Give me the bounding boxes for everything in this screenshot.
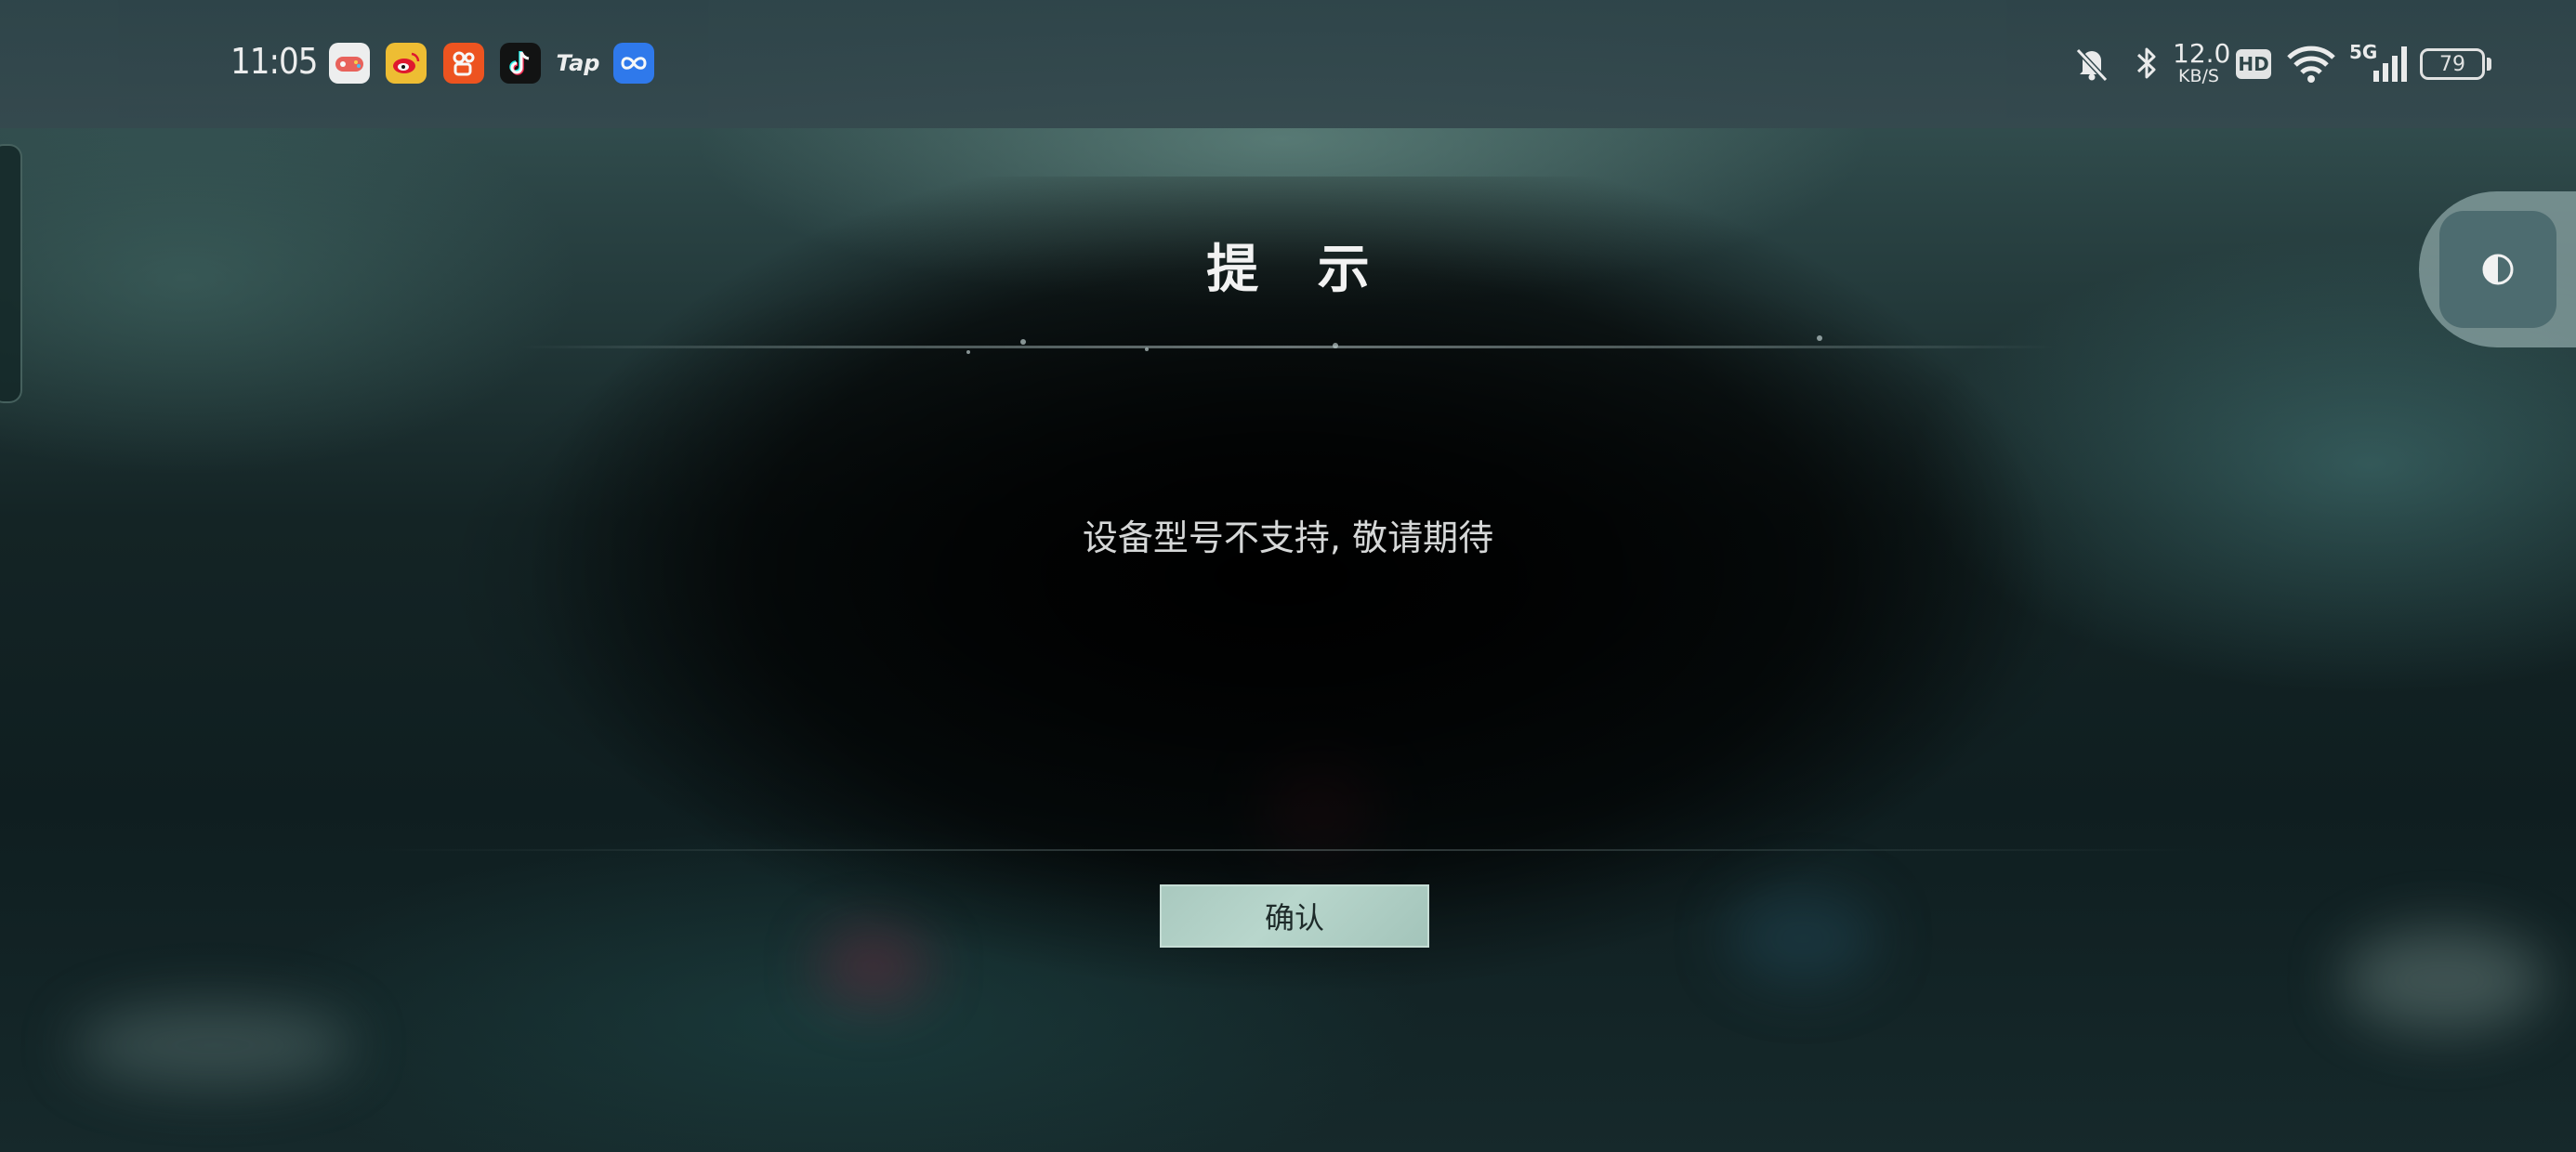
taptap-icon: Tap	[556, 50, 600, 76]
confirm-button[interactable]: 确认	[1160, 884, 1429, 948]
hd-voice-badge: HD	[2236, 49, 2271, 79]
mute-notifications-icon	[2070, 37, 2113, 91]
battery-tip	[2487, 58, 2491, 71]
divider-sparkle	[1020, 339, 1026, 345]
kuaishou-icon	[443, 43, 484, 84]
game-center-icon	[329, 43, 370, 84]
footer-divider	[372, 849, 2202, 851]
network-speed: 12.0 KB/S	[2173, 38, 2231, 86]
background-blur-shape	[74, 1003, 353, 1087]
contrast-toggle-button[interactable]	[2439, 211, 2556, 328]
battery-icon: 79	[2420, 48, 2485, 80]
battery-level: 79	[2439, 52, 2465, 76]
infinity-app-icon	[613, 43, 654, 84]
status-bar: 11:05 Tap 12.0 KB/S HD 5G 79	[0, 0, 2576, 128]
divider-sparkle	[1817, 335, 1822, 341]
clock-time: 11:05	[230, 41, 319, 82]
side-panel-handle[interactable]	[0, 144, 22, 403]
bluetooth-icon	[2130, 37, 2163, 91]
confirm-button-label: 确认	[1264, 900, 1324, 936]
weibo-icon	[386, 43, 427, 84]
network-speed-unit: KB/S	[2178, 66, 2219, 86]
wifi-icon	[2284, 37, 2338, 91]
game-screen: 11:05 Tap 12.0 KB/S HD 5G 79 提 示 设备型号不支持…	[0, 0, 2576, 1152]
dialog-message: 设备型号不支持, 敬请期待	[1082, 517, 1494, 558]
divider-sparkle	[1333, 343, 1338, 348]
dialog-title: 提 示	[1206, 240, 1390, 300]
background-blur-shape	[2342, 929, 2546, 1031]
tiktok-icon	[500, 43, 541, 84]
signal-strength-icon	[2368, 37, 2409, 91]
title-divider	[520, 346, 2054, 348]
divider-sparkle	[1145, 347, 1149, 351]
divider-sparkle	[966, 350, 970, 354]
network-speed-value: 12.0	[2173, 38, 2231, 69]
contrast-icon	[2482, 254, 2514, 285]
